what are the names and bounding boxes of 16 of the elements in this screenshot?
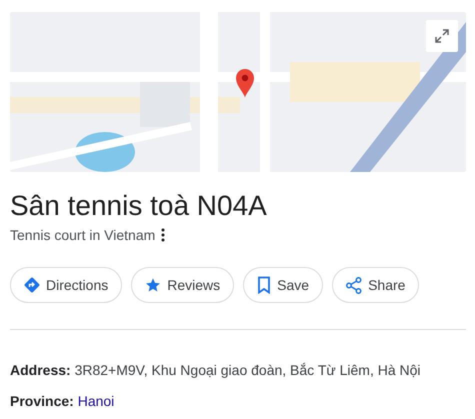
more-options-icon[interactable] (161, 228, 166, 242)
expand-button[interactable] (426, 20, 458, 52)
detail-value: 3R82+M9V, Khu Ngoại giao đoàn, Bắc Từ Liêm, Hà Nội (74, 362, 421, 378)
share-button[interactable]: Share (332, 267, 420, 303)
save-button[interactable]: Save (243, 267, 324, 303)
place-title: Sân tennis toà N04A (10, 189, 268, 223)
detail-label: Address: (10, 362, 71, 378)
reviews-button[interactable]: Reviews (131, 267, 234, 303)
detail-label: Province: (10, 393, 74, 409)
star-icon (145, 277, 162, 293)
directions-button[interactable]: Directions (10, 267, 122, 303)
bookmark-icon (257, 276, 272, 294)
expand-icon (434, 28, 450, 44)
detail-link[interactable]: Hanoi (78, 393, 114, 409)
share-icon (346, 276, 362, 294)
place-category: Tennis court in Vietnam (10, 227, 156, 243)
